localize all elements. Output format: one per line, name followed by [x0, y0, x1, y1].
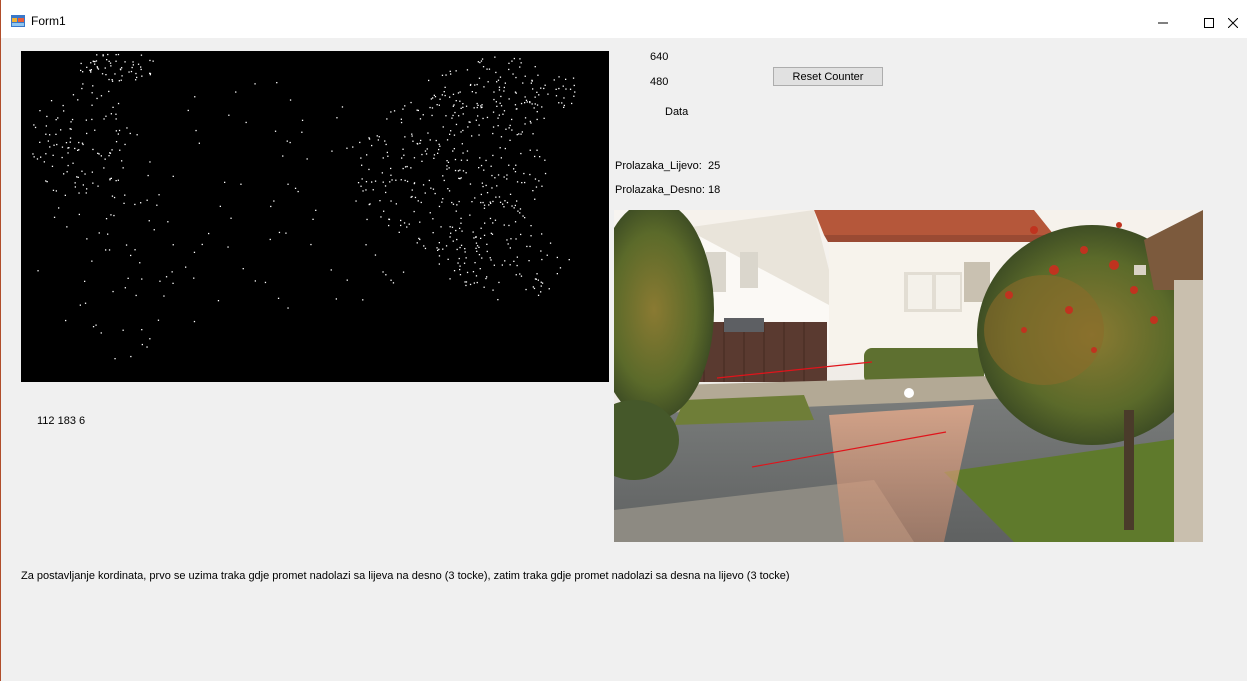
instructions-text: Za postavljanje kordinata, prvo se uzima… — [21, 570, 790, 582]
frame-width-label: 640 — [650, 51, 669, 63]
frame-height-label: 480 — [650, 76, 669, 88]
right-count-label: Prolazaka_Desno: — [615, 184, 705, 196]
left-count-label: Prolazaka_Lijevo: — [615, 160, 702, 172]
close-icon — [1228, 18, 1238, 28]
left-count-value: 25 — [708, 160, 721, 172]
maximize-icon — [1204, 18, 1214, 28]
street-camera-image — [614, 210, 1203, 542]
title-bar[interactable]: Form1 — [1, 0, 1247, 38]
window-title: Form1 — [31, 14, 66, 28]
motion-noise-image — [32, 53, 576, 360]
minimize-button[interactable] — [1140, 8, 1186, 38]
form-app-icon — [11, 15, 25, 27]
right-count-value: 18 — [708, 184, 721, 196]
minimize-icon — [1158, 22, 1168, 24]
camera-view[interactable] — [614, 210, 1203, 542]
app-window: Form1 640 480 Data Reset Counter Prolaza… — [0, 0, 1247, 681]
reset-counter-button[interactable]: Reset Counter — [773, 67, 883, 86]
data-label: Data — [665, 106, 689, 118]
motion-detection-view — [21, 51, 609, 382]
maximize-button[interactable] — [1186, 8, 1232, 38]
close-button[interactable] — [1228, 8, 1247, 38]
coordinates-readout: 112 183 6 — [37, 415, 86, 427]
